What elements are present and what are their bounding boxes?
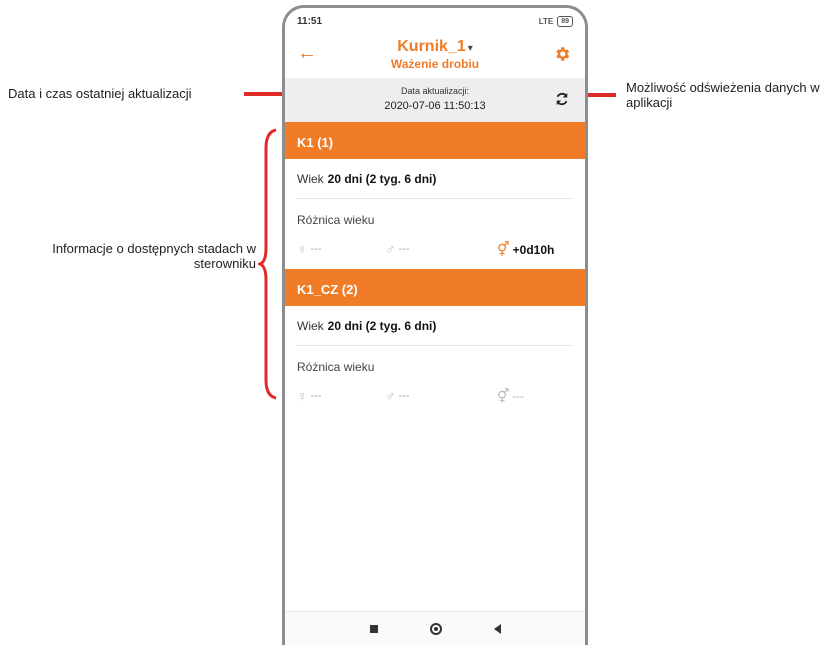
status-time: 11:51 <box>297 15 323 27</box>
app-screen: 11:51 LTE 89 ← Kurnik_1 ▾ Ważenie drobiu … <box>285 8 585 645</box>
app-header: ← Kurnik_1 ▾ Ważenie drobiu <box>285 34 585 78</box>
sex-values: ♀ --- ♂ --- ⚥ +0d10h <box>297 241 573 259</box>
gear-icon[interactable] <box>553 45 571 63</box>
female-value: ♀ --- <box>297 388 322 404</box>
update-timestamp: 2020-07-06 11:50:13 <box>384 100 486 112</box>
age-difference-label: Różnica wieku <box>297 213 375 227</box>
flock-name: K1 (1) <box>285 122 585 159</box>
flock-age-row: Wiek 20 dni (2 tyg. 6 dni) <box>297 306 573 346</box>
flock-card[interactable]: K1 (1) Wiek 20 dni (2 tyg. 6 dni) Różnic… <box>285 122 585 269</box>
phone-frame: 11:51 LTE 89 ← Kurnik_1 ▾ Ważenie drobiu … <box>282 5 588 645</box>
android-nav-bar <box>285 611 585 645</box>
age-label: Wiek <box>297 171 324 186</box>
refresh-icon[interactable] <box>553 90 571 108</box>
flock-age-row: Wiek 20 dni (2 tyg. 6 dni) <box>297 159 573 199</box>
recent-apps-button[interactable] <box>369 624 378 633</box>
female-icon: ♀ <box>297 388 308 404</box>
battery-icon: 89 <box>557 15 573 27</box>
flock-card[interactable]: K1_CZ (2) Wiek 20 dni (2 tyg. 6 dni) Róż… <box>285 269 585 416</box>
female-value: ♀ --- <box>297 241 322 257</box>
age-difference-row: Różnica wieku ♀ --- ♂ --- ⚥ +0d10h <box>297 199 573 269</box>
age-difference-label: Różnica wieku <box>297 360 375 374</box>
age-value: 20 dni (2 tyg. 6 dni) <box>327 318 437 333</box>
annotation-last-update: Data i czas ostatniej aktualizacji <box>8 86 192 101</box>
title-selector[interactable]: Kurnik_1 ▾ Ważenie drobiu <box>285 38 585 71</box>
male-female-icon: ⚥ <box>497 241 510 257</box>
male-female-icon: ⚥ <box>497 388 510 404</box>
annotation-brace <box>258 128 277 400</box>
annotation-flocks-info: Informacje o dostępnych stadach w sterow… <box>52 241 256 271</box>
update-bar: Data aktualizacji: 2020-07-06 11:50:13 <box>285 78 585 122</box>
page-subtitle: Ważenie drobiu <box>390 57 480 71</box>
male-value: ♂ --- <box>385 241 410 257</box>
both-sexes-value: ⚥ --- <box>497 388 524 404</box>
status-icons: LTE 89 <box>538 15 573 27</box>
annotation-arrow-last-update <box>244 86 294 102</box>
age-value: 20 dni (2 tyg. 6 dni) <box>327 171 437 186</box>
male-icon: ♂ <box>385 388 396 404</box>
nav-back-button[interactable] <box>493 623 501 634</box>
sex-values: ♀ --- ♂ --- ⚥ --- <box>297 388 573 406</box>
both-sexes-value: ⚥ +0d10h <box>497 241 555 257</box>
age-label: Wiek <box>297 318 324 333</box>
male-value: ♂ --- <box>385 388 410 404</box>
page-title: Kurnik_1 <box>397 38 466 55</box>
age-difference-row: Różnica wieku ♀ --- ♂ --- ⚥ --- <box>297 346 573 416</box>
female-icon: ♀ <box>297 241 308 257</box>
chevron-down-icon: ▾ <box>467 43 473 54</box>
home-button[interactable] <box>429 622 442 635</box>
annotation-refresh: Możliwość odświeżenia danych w aplikacji <box>626 80 820 110</box>
signal-icon: LTE <box>538 16 554 26</box>
status-bar: 11:51 LTE 89 <box>285 8 585 34</box>
flock-name: K1_CZ (2) <box>285 269 585 306</box>
male-icon: ♂ <box>385 241 396 257</box>
update-label: Data aktualizacji: <box>400 86 470 96</box>
